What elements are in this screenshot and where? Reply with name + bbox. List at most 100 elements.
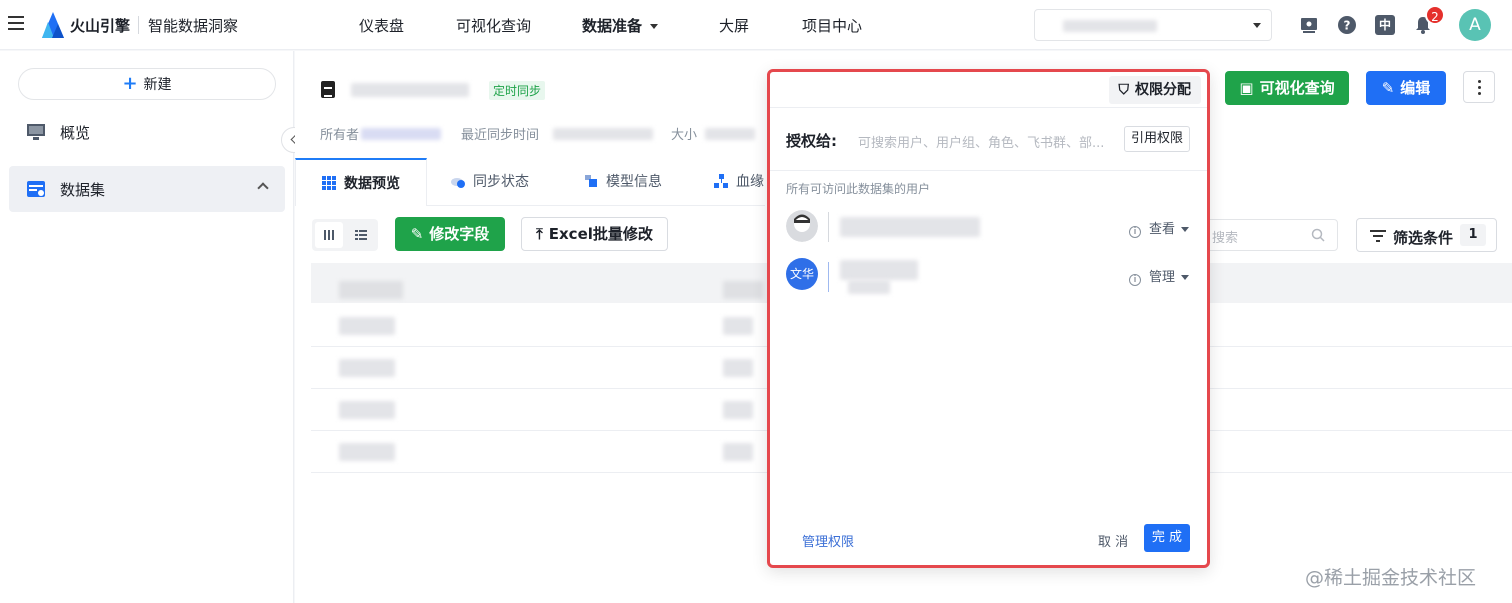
nav-visual-query[interactable]: 可视化查询 [456, 15, 531, 36]
user-name-redacted [840, 217, 980, 237]
cell-redacted [339, 317, 395, 335]
project-name-redacted [1063, 20, 1157, 32]
sync-tag: 定时同步 [489, 81, 546, 100]
search-input[interactable]: 搜索 [1201, 219, 1338, 251]
chevron-up-icon[interactable] [257, 182, 269, 194]
new-button-label: 新建 [143, 77, 172, 93]
user-avatar: 文华 [786, 258, 818, 290]
nav-project-center[interactable]: 项目中心 [802, 15, 862, 36]
tab-label: 模型信息 [606, 174, 662, 190]
nav-data-prep[interactable]: 数据准备 [582, 15, 659, 36]
chevron-down-icon [650, 24, 659, 29]
visual-query-label: 可视化查询 [1259, 79, 1335, 97]
filter-icon [1370, 230, 1386, 242]
chevron-down-icon [1181, 275, 1189, 280]
new-button[interactable]: + 新建 [18, 68, 276, 100]
user-name-redacted [840, 260, 918, 280]
user-avatar [786, 210, 818, 242]
edit-fields-button[interactable]: ✎ 修改字段 [395, 217, 505, 251]
role-label: 管理 [1148, 270, 1175, 285]
search-icon [1311, 228, 1325, 242]
permission-tag-label: 权限分配 [1135, 82, 1191, 98]
monitor-icon[interactable] [1299, 15, 1319, 35]
header-cell-redacted [339, 281, 403, 299]
lineage-icon [714, 174, 728, 188]
user-divider [828, 212, 829, 242]
search-placeholder: 搜索 [1212, 231, 1239, 246]
nav-dashboard[interactable]: 仪表盘 [359, 15, 404, 36]
grant-label: 授权给: [786, 132, 837, 150]
tab-sync-status[interactable]: 同步状态 [451, 158, 529, 206]
dataset-icon [27, 181, 45, 197]
cell-redacted [723, 317, 753, 335]
tab-data-preview[interactable]: 数据预览 [295, 158, 427, 206]
top-bar: 火山引擎 智能数据洞察 仪表盘 可视化查询 数据准备 大屏 项目中心 ? 中 2… [0, 0, 1512, 50]
project-select[interactable] [1034, 9, 1272, 41]
role-label: 查看 [1148, 222, 1175, 237]
tab-label: 数据预览 [344, 176, 400, 192]
excel-batch-edit-label: Excel批量修改 [548, 225, 653, 243]
manage-permissions-link[interactable]: 管理权限 [802, 531, 854, 550]
grant-search-input[interactable]: 可搜索用户、用户组、角色、飞书群、部... [858, 132, 1104, 151]
model-icon [585, 175, 597, 187]
document-icon [321, 81, 335, 98]
tabs-bar: 数据预览 同步状态 模型信息 血缘 [295, 158, 765, 206]
nav-big-screen[interactable]: 大屏 [719, 15, 749, 36]
notification-badge: 2 [1425, 5, 1445, 25]
pencil-icon: ✎ [410, 225, 424, 243]
more-actions-button[interactable] [1463, 71, 1495, 103]
help-icon[interactable]: ? [1337, 15, 1357, 35]
quote-permission-button[interactable]: 引用权限 [1124, 126, 1190, 152]
dataset-name-redacted [351, 83, 469, 97]
cell-redacted [723, 443, 753, 461]
cancel-button[interactable]: 取 消 [1098, 531, 1128, 550]
role-select[interactable]: i 管理 [1128, 266, 1189, 286]
sidebar-item-dataset[interactable]: 数据集 [9, 166, 285, 212]
edit-label: 编辑 [1400, 79, 1431, 97]
monitor-icon [27, 124, 45, 140]
columns-icon [324, 230, 334, 240]
cell-redacted [723, 359, 753, 377]
user-detail-redacted [848, 280, 890, 294]
tab-label: 同步状态 [473, 174, 529, 190]
list-icon [355, 230, 367, 240]
grid-icon [322, 176, 336, 190]
tab-model-info[interactable]: 模型信息 [584, 158, 662, 206]
sidebar-item-overview[interactable]: 概览 [9, 109, 285, 155]
tab-lineage[interactable]: 血缘 [714, 158, 764, 206]
nav-data-prep-label: 数据准备 [582, 17, 643, 35]
divider [770, 170, 1207, 171]
excel-batch-edit-button[interactable]: ⤒ Excel批量修改 [521, 217, 668, 251]
filter-count: 1 [1460, 224, 1486, 246]
cell-redacted [339, 359, 395, 377]
user-avatar[interactable]: A [1459, 9, 1491, 41]
permission-tag: ⛉ 权限分配 [1108, 76, 1201, 104]
list-view-icon[interactable] [347, 222, 375, 248]
filter-label: 筛选条件 [1393, 229, 1454, 247]
edit-button[interactable]: ✎ 编辑 [1366, 71, 1446, 105]
done-button[interactable]: 完 成 [1144, 524, 1190, 552]
plus-icon: + [122, 73, 138, 94]
user-divider [828, 262, 829, 292]
sidebar-item-label: 数据集 [60, 181, 106, 199]
product-name: 智能数据洞察 [148, 17, 239, 35]
view-toggle [312, 219, 378, 251]
role-select[interactable]: i 查看 [1128, 218, 1189, 238]
chevron-down-icon [1253, 23, 1261, 28]
meta-owner-label: 所有者 [320, 128, 360, 143]
header-divider [138, 16, 139, 34]
last-sync-value-redacted [553, 128, 653, 140]
brand-name: 火山引擎 [70, 17, 131, 35]
cell-redacted [339, 443, 395, 461]
column-view-icon[interactable] [315, 222, 343, 248]
language-switch[interactable]: 中 [1375, 15, 1395, 35]
modal-header: ⛉ 权限分配 [770, 72, 1207, 108]
cloud-sync-icon [451, 178, 465, 188]
visual-query-button[interactable]: ▣ 可视化查询 [1225, 71, 1349, 105]
sidebar: + 新建 概览 数据集 [0, 51, 294, 603]
filter-button[interactable]: 筛选条件 1 [1356, 218, 1497, 252]
hamburger-menu-icon[interactable] [8, 16, 24, 30]
watermark: @稀土掘金技术社区 [1305, 567, 1477, 589]
users-section-title: 所有可访问此数据集的用户 [786, 182, 931, 196]
cell-redacted [339, 401, 395, 419]
